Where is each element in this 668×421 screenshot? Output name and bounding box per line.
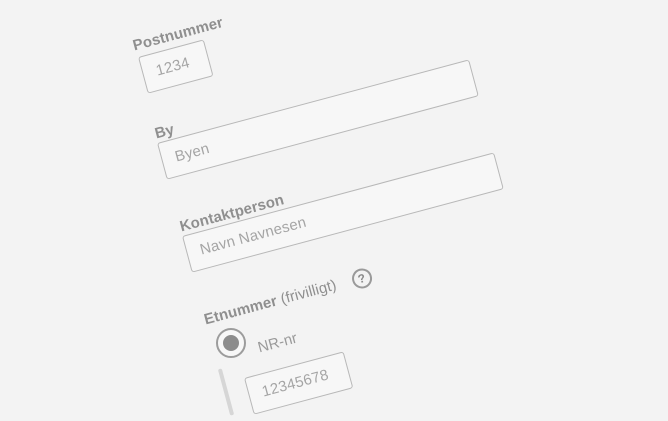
unit-number-input[interactable]: 12345678 [244,351,354,415]
page-canvas: Postnummer 1234 By Byen Kontaktperson Na… [0,0,668,421]
question-circle-icon[interactable]: ? [349,266,374,291]
unit-number-label-text: Etnummer [202,292,280,329]
nr-radio-button[interactable] [216,328,246,358]
radio-selected-dot [223,335,239,351]
nr-radio-label: NR-nr [256,329,300,357]
indent-bar [217,368,235,416]
optional-hint: (frivilligt) [278,276,339,308]
address-form: Postnummer 1234 By Byen Kontaktperson Na… [0,0,668,421]
unit-number-label: Etnummer (frivilligt) ? [202,266,374,330]
